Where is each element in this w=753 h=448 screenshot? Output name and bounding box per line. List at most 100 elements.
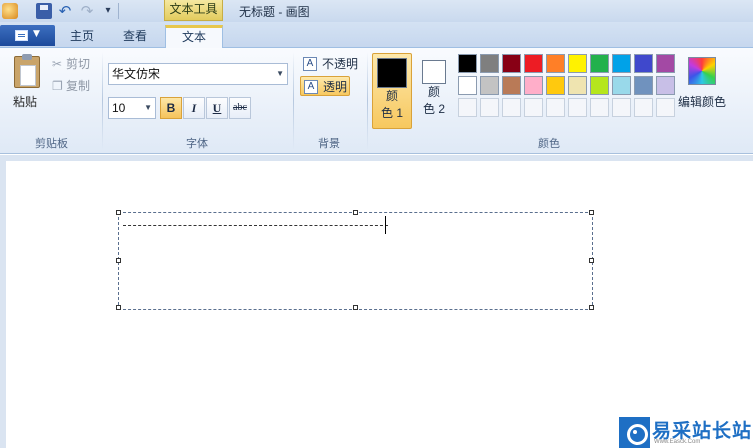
bold-button[interactable]: B — [160, 97, 182, 119]
transparent-button[interactable]: A 透明 — [300, 76, 350, 96]
chevron-down-icon: ▼ — [276, 69, 284, 78]
custom-color-slot[interactable] — [546, 98, 565, 117]
ribbon-tab-row: ▼ 主页 查看 文本 — [0, 22, 753, 48]
palette-swatch[interactable] — [634, 54, 653, 73]
text-entry-line — [123, 225, 388, 226]
palette-swatch[interactable] — [612, 54, 631, 73]
custom-color-slot[interactable] — [480, 98, 499, 117]
ribbon: 粘贴 ✂ 剪切 ❐ 复制 剪贴板 华文仿宋 ▼ 10 ▼ B I U abc 字体 … — [0, 48, 753, 154]
resize-handle[interactable] — [589, 258, 594, 263]
custom-color-slot[interactable] — [502, 98, 521, 117]
font-group-label: 字体 — [186, 138, 208, 150]
palette-swatch[interactable] — [546, 76, 565, 95]
palette-swatch[interactable] — [458, 76, 477, 95]
colors-group-label: 颜色 — [538, 138, 560, 150]
opaque-button[interactable]: A 不透明 — [300, 54, 360, 74]
color-1-swatch — [377, 58, 407, 88]
color-2-swatch — [422, 60, 446, 84]
tab-view[interactable]: 查看 — [112, 25, 158, 48]
watermark-subtext: Www.Easck.Com — [654, 439, 701, 445]
palette-swatch[interactable] — [524, 76, 543, 95]
text-box[interactable] — [118, 212, 593, 310]
transparent-background-icon: A — [304, 80, 318, 94]
chevron-down-icon: ▼ — [144, 103, 152, 112]
opaque-background-icon: A — [303, 57, 317, 71]
resize-handle[interactable] — [353, 305, 358, 310]
opaque-label: 不透明 — [322, 57, 359, 71]
drawing-canvas[interactable] — [6, 161, 753, 448]
color-1-label: 颜 — [385, 89, 398, 103]
resize-handle[interactable] — [589, 210, 594, 215]
color-2-button[interactable]: 颜 色 2 — [414, 53, 454, 129]
palette-swatch[interactable] — [634, 76, 653, 95]
font-size-select[interactable]: 10 ▼ — [108, 97, 156, 119]
resize-handle[interactable] — [589, 305, 594, 310]
save-icon[interactable] — [36, 3, 52, 19]
document-icon — [15, 30, 28, 41]
text-tools-context-label: 文本工具 — [164, 0, 223, 21]
title-bar: ↶ ↷ ▾ 文本工具 无标题 - 画图 — [0, 0, 753, 22]
text-caret — [385, 216, 386, 234]
paste-icon[interactable] — [14, 54, 40, 88]
paint-app-icon[interactable] — [2, 3, 18, 19]
paste-button-label[interactable]: 粘贴 — [13, 93, 37, 110]
quick-access-dropdown-icon[interactable]: ▾ — [100, 3, 116, 19]
font-size-value: 10 — [112, 101, 126, 115]
palette-swatch[interactable] — [568, 76, 587, 95]
palette-swatch[interactable] — [590, 54, 609, 73]
palette-swatch[interactable] — [502, 76, 521, 95]
color-1-button[interactable]: 颜 色 1 — [372, 53, 412, 129]
custom-color-slot[interactable] — [458, 98, 477, 117]
copy-icon: ❐ — [52, 79, 63, 93]
toolbar-divider — [118, 3, 119, 19]
palette-swatch[interactable] — [480, 54, 499, 73]
color-1-label-2: 色 1 — [380, 106, 403, 120]
chevron-down-icon: ▼ — [33, 29, 40, 39]
background-group-label: 背景 — [318, 138, 340, 150]
paint-menu-button[interactable]: ▼ — [0, 25, 55, 46]
palette-swatch[interactable] — [546, 54, 565, 73]
strikethrough-button[interactable]: abc — [229, 97, 251, 119]
color-2-label-2: 色 2 — [422, 102, 445, 116]
watermark: 易采站长站 Www.Easck.Com — [619, 415, 753, 448]
custom-color-slot[interactable] — [656, 98, 675, 117]
undo-icon[interactable]: ↶ — [57, 3, 73, 19]
custom-color-slot[interactable] — [634, 98, 653, 117]
copy-label: 复制 — [66, 79, 91, 93]
font-family-select[interactable]: 华文仿宋 ▼ — [108, 63, 288, 85]
window-title: 无标题 - 画图 — [239, 5, 310, 19]
resize-handle[interactable] — [116, 305, 121, 310]
custom-color-slot[interactable] — [524, 98, 543, 117]
italic-button[interactable]: I — [183, 97, 205, 119]
redo-icon[interactable]: ↷ — [79, 3, 95, 19]
palette-swatch[interactable] — [502, 54, 521, 73]
resize-handle[interactable] — [353, 210, 358, 215]
tab-home[interactable]: 主页 — [58, 25, 106, 48]
palette-swatch[interactable] — [656, 76, 675, 95]
color-wheel-icon[interactable] — [688, 57, 716, 85]
palette-swatch[interactable] — [590, 76, 609, 95]
group-divider — [367, 52, 368, 150]
workspace — [0, 155, 753, 448]
cut-label: 剪切 — [66, 57, 91, 71]
palette-swatch[interactable] — [458, 54, 477, 73]
palette-swatch[interactable] — [480, 76, 499, 95]
edit-colors-button-label[interactable]: 编辑颜色 — [678, 93, 726, 110]
resize-handle[interactable] — [116, 258, 121, 263]
font-family-value: 华文仿宋 — [112, 67, 161, 81]
tab-text[interactable]: 文本 — [165, 25, 223, 48]
custom-color-slot[interactable] — [612, 98, 631, 117]
custom-color-slot[interactable] — [590, 98, 609, 117]
resize-handle[interactable] — [116, 210, 121, 215]
transparent-label: 透明 — [323, 80, 348, 94]
custom-color-slot[interactable] — [568, 98, 587, 117]
copy-button: ❐ 复制 — [52, 77, 90, 95]
underline-button[interactable]: U — [206, 97, 228, 119]
palette-swatch[interactable] — [612, 76, 631, 95]
palette-swatch[interactable] — [568, 54, 587, 73]
clipboard-group-label: 剪贴板 — [35, 138, 68, 150]
palette-swatch[interactable] — [656, 54, 675, 73]
scissors-icon: ✂ — [52, 57, 63, 71]
palette-swatch[interactable] — [524, 54, 543, 73]
color-2-label: 颜 — [427, 85, 440, 99]
